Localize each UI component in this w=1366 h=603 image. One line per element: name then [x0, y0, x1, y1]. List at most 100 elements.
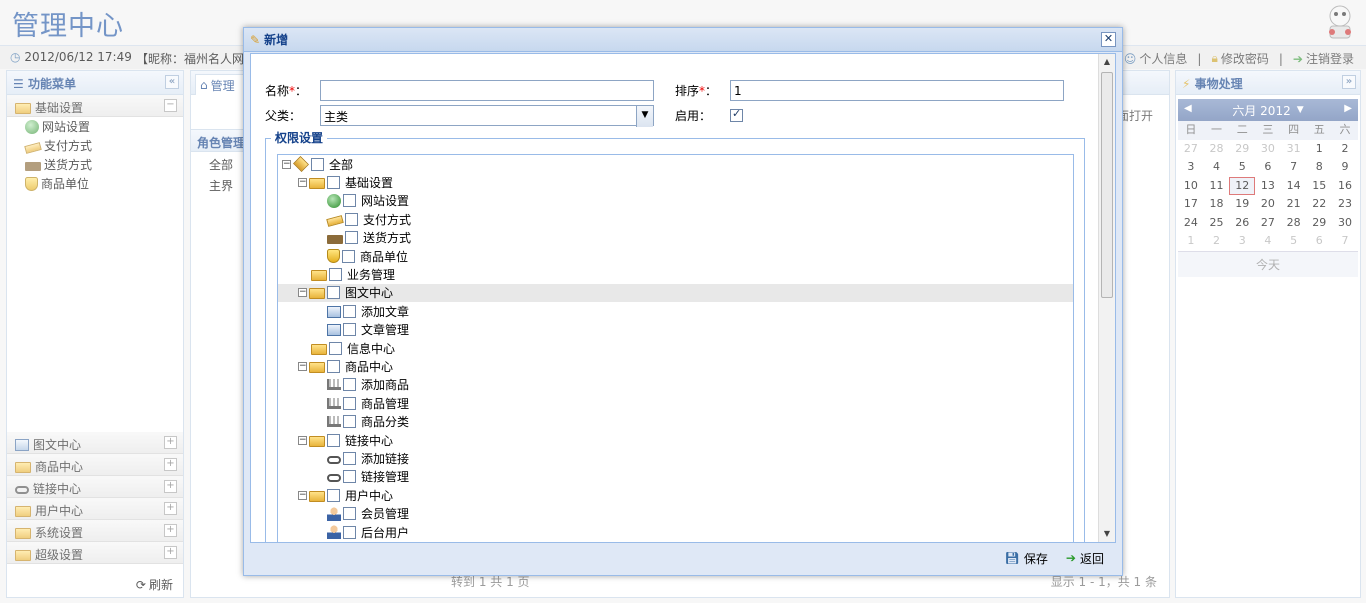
tree-toggle-icon[interactable]: −	[298, 178, 307, 188]
tree-node-label: 送货方式	[363, 231, 412, 246]
tree-toggle-icon[interactable]: −	[298, 361, 307, 371]
tree-checkbox[interactable]	[343, 451, 356, 465]
save-button[interactable]: 💾︎ 保存	[1005, 550, 1048, 567]
tree-node-label: 信息中心	[347, 341, 396, 356]
order-input[interactable]	[730, 80, 1064, 101]
tree-checkbox[interactable]	[343, 378, 356, 392]
tree-node[interactable]: − 用户中心	[278, 486, 1073, 504]
tree-checkbox[interactable]	[343, 525, 356, 539]
tree-node-label: 图文中心	[345, 286, 394, 301]
dialog-body: 名称*： 排序*： 父类： 主类 ▼ 启用： 权限设置 − 全部 − 基础设置网站设置…	[250, 53, 1116, 543]
tree-node-label: 用户中心	[345, 488, 394, 503]
tree-node[interactable]: 业务管理	[278, 265, 1073, 283]
tree-checkbox[interactable]	[345, 231, 358, 245]
tree-node[interactable]: − 图文中心	[278, 283, 1073, 303]
folder-icon	[309, 288, 325, 300]
tree-checkbox[interactable]	[343, 323, 356, 337]
tree-node-label: 商品单位	[360, 249, 409, 264]
tree-checkbox[interactable]	[327, 176, 340, 190]
tree-node-label: 支付方式	[363, 212, 412, 227]
tree-checkbox[interactable]	[343, 470, 356, 484]
tree-node[interactable]: − 商品中心	[278, 357, 1073, 375]
folder-icon	[311, 343, 327, 355]
tree-node[interactable]: 商品单位	[278, 247, 1073, 265]
folder-icon	[309, 490, 325, 502]
tree-checkbox[interactable]	[327, 359, 340, 373]
folder-icon	[309, 361, 325, 373]
edit-icon: ✎	[250, 32, 261, 47]
tree-node[interactable]: 信息中心	[278, 339, 1073, 357]
tree-checkbox[interactable]	[329, 268, 342, 282]
name-row: 名称*：	[265, 80, 654, 101]
user-icon	[327, 525, 341, 539]
tree-toggle-icon[interactable]: −	[298, 435, 307, 445]
tree-checkbox[interactable]	[343, 415, 356, 429]
doc-icon	[327, 305, 341, 318]
tree-checkbox[interactable]	[343, 194, 356, 208]
box-icon	[293, 156, 309, 173]
truck-icon	[327, 234, 343, 244]
user-icon	[327, 506, 341, 521]
tree-node-label: 添加链接	[361, 451, 410, 466]
enable-checkbox[interactable]	[730, 107, 743, 122]
name-input[interactable]	[320, 80, 654, 101]
tree-node[interactable]: − 全部	[278, 155, 1073, 173]
tree-node[interactable]: − 链接中心	[278, 431, 1073, 449]
tree-node-label: 商品分类	[361, 415, 410, 430]
tree-node[interactable]: 网站设置	[278, 192, 1073, 210]
tree-toggle-icon[interactable]: −	[298, 288, 307, 298]
scrollbar-thumb[interactable]	[1101, 72, 1113, 298]
tree-node[interactable]: 会员管理	[278, 504, 1073, 522]
tree-checkbox[interactable]	[343, 507, 356, 521]
dialog-scrollbar[interactable]: ▲ ▼	[1098, 54, 1115, 542]
folder-icon	[309, 435, 325, 447]
tree-checkbox[interactable]	[343, 396, 356, 410]
tree-checkbox[interactable]	[343, 304, 356, 318]
tree-node[interactable]: 链接管理	[278, 468, 1073, 486]
tree-checkbox[interactable]	[327, 286, 340, 300]
payment-icon	[326, 215, 344, 228]
tree-node[interactable]: − 基础设置	[278, 173, 1073, 191]
order-label: 排序*：	[675, 84, 718, 98]
permission-legend: 权限设置	[271, 129, 328, 146]
tree-node[interactable]: 添加文章	[278, 302, 1073, 320]
tree-node[interactable]: 商品管理	[278, 394, 1073, 412]
tree-checkbox[interactable]	[345, 212, 358, 226]
folder-icon	[311, 270, 327, 282]
parent-select[interactable]: 主类 ▼	[320, 105, 654, 127]
tree-node-label: 后台用户	[361, 525, 410, 540]
tree-node[interactable]: 后台用户	[278, 523, 1073, 541]
permission-tree: − 全部 − 基础设置 网站设置支付方式送货方式商品单位业务管理 − 图文中心 添加文章 文章管…	[277, 154, 1074, 542]
tree-node[interactable]: 添加链接	[278, 449, 1073, 467]
cart-icon	[327, 397, 341, 409]
tree-checkbox[interactable]	[329, 341, 342, 355]
tree-node[interactable]: 文章管理	[278, 321, 1073, 339]
add-dialog: ✎ 新增 ✕ 名称*： 排序*： 父类： 主类 ▼ 启用： 权限设置 − 全部 − 基…	[243, 27, 1123, 576]
back-button[interactable]: ➔ 返回	[1066, 550, 1104, 567]
tree-node-label: 会员管理	[361, 507, 410, 522]
dialog-close-button[interactable]: ✕	[1101, 32, 1116, 47]
folder-icon	[309, 178, 325, 190]
shield-icon	[327, 249, 340, 264]
scroll-up-icon[interactable]: ▲	[1099, 54, 1115, 70]
tree-checkbox[interactable]	[342, 249, 355, 263]
scroll-down-icon[interactable]: ▼	[1099, 526, 1115, 542]
tree-checkbox[interactable]	[327, 433, 340, 447]
tree-node[interactable]: 添加商品	[278, 376, 1073, 394]
dialog-titlebar: ✎ 新增	[244, 28, 1122, 52]
tree-checkbox[interactable]	[311, 157, 324, 171]
tree-node[interactable]: 商品分类	[278, 412, 1073, 430]
dialog-footer: 💾︎ 保存 ➔ 返回	[250, 545, 1116, 571]
tree-toggle-icon[interactable]: −	[298, 490, 307, 500]
tree-toggle-icon[interactable]: −	[282, 159, 291, 169]
cart-icon	[327, 416, 341, 428]
tree-node-label: 业务管理	[347, 268, 396, 283]
tree-checkbox[interactable]	[327, 488, 340, 502]
tree-node-label: 全部	[329, 157, 354, 172]
chevron-down-icon[interactable]: ▼	[636, 106, 653, 127]
tree-node[interactable]: 送货方式	[278, 229, 1073, 247]
tree-node-label: 链接中心	[345, 433, 394, 448]
tree-node[interactable]: 支付方式	[278, 210, 1073, 228]
link-icon	[327, 455, 341, 464]
globe-icon	[327, 193, 341, 208]
